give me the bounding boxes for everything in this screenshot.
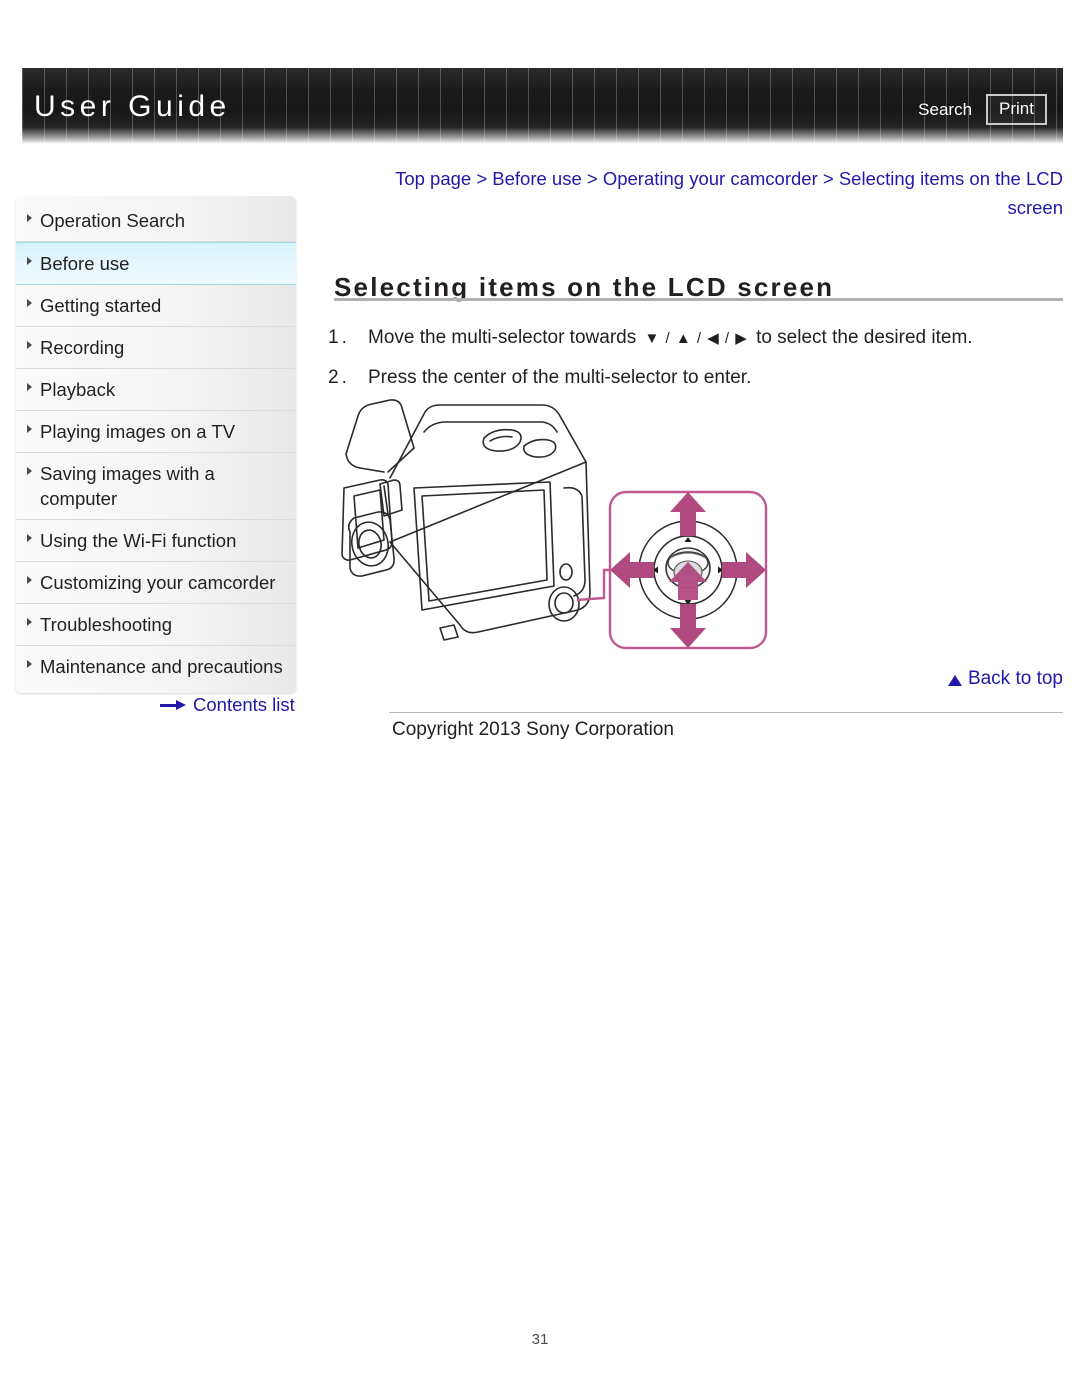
triangle-right-icon: [27, 660, 32, 668]
sidebar-item-label: Saving images with a computer: [40, 463, 215, 509]
camcorder-illustration: [328, 392, 778, 664]
sidebar-item-playback[interactable]: Playback: [16, 369, 296, 411]
triangle-right-icon: [27, 299, 32, 307]
sidebar-item-operation-search[interactable]: Operation Search: [16, 200, 296, 242]
triangle-right-icon: [27, 341, 32, 349]
sidebar-item-using-the-wi-fi-function[interactable]: Using the Wi-Fi function: [16, 520, 296, 562]
triangle-right-icon: [27, 214, 32, 222]
step-number: 1.: [328, 327, 350, 348]
breadcrumb[interactable]: Top page > Before use > Operating your c…: [345, 164, 1063, 222]
triangle-right-icon: [27, 425, 32, 433]
search-link[interactable]: Search: [918, 100, 972, 120]
step-text: Move the multi-selector towards ▼ / ▲ / …: [368, 324, 1063, 353]
triangle-right-icon: [27, 576, 32, 584]
back-to-top-label: Back to top: [967, 668, 1063, 689]
step-text-after: to select the desired item.: [756, 327, 973, 348]
sidebar-item-troubleshooting[interactable]: Troubleshooting: [16, 604, 296, 646]
sidebar-item-label: Using the Wi-Fi function: [40, 530, 237, 551]
footer-divider: [389, 712, 1063, 713]
step-text-before: Press the center of the multi-selector t…: [368, 367, 752, 388]
triangle-right-icon: [27, 257, 32, 265]
page-title: Selecting items on the LCD screen: [334, 272, 835, 303]
instruction-step: 1. Move the multi-selector towards ▼ / ▲ …: [328, 324, 1063, 353]
step-text-before: Move the multi-selector towards: [368, 327, 637, 348]
triangle-up-icon: [947, 674, 962, 686]
sidebar-item-customizing-your-camcorder[interactable]: Customizing your camcorder: [16, 562, 296, 604]
back-to-top-link[interactable]: Back to top: [947, 668, 1063, 690]
sidebar-item-label: Troubleshooting: [40, 614, 172, 635]
sidebar-item-saving-images-with-a-computer[interactable]: Saving images with a computer: [16, 453, 296, 520]
contents-list-label: Contents list: [193, 694, 295, 715]
sidebar-item-label: Playback: [40, 379, 116, 400]
sidebar-nav: Operation Search Before use Getting starte…: [16, 196, 296, 693]
header-actions: Search Print: [918, 94, 1047, 125]
sidebar-item-label: Operation Search: [40, 210, 186, 231]
site-header: User Guide Search Print: [22, 68, 1063, 144]
arrow-right-icon: [160, 699, 186, 711]
sidebar-item-label: Customizing your camcorder: [40, 572, 276, 593]
triangle-right-icon: [27, 534, 32, 542]
sidebar-item-label: Maintenance and precautions: [40, 656, 283, 677]
triangle-right-icon: [27, 383, 32, 391]
triangle-right-icon: [27, 467, 32, 475]
sidebar-item-getting-started[interactable]: Getting started: [16, 285, 296, 327]
sidebar-item-label: Before use: [40, 253, 130, 274]
sidebar-item-playing-images-on-a-tv[interactable]: Playing images on a TV: [16, 411, 296, 453]
contents-list-link[interactable]: Contents list: [160, 694, 295, 716]
instruction-step: 2. Press the center of the multi-selector…: [328, 364, 1063, 392]
page-number: 31: [531, 1331, 549, 1348]
direction-arrows-glyphs: ▼ / ▲ / ◀ / ▶: [644, 330, 748, 347]
step-text: Press the center of the multi-selector t…: [368, 364, 1063, 392]
sidebar-item-label: Playing images on a TV: [40, 421, 236, 442]
sidebar-item-recording[interactable]: Recording: [16, 327, 296, 369]
site-title: User Guide: [34, 90, 231, 123]
sidebar-item-maintenance-and-precautions[interactable]: Maintenance and precautions: [16, 646, 296, 687]
sidebar-item-label: Getting started: [40, 295, 162, 316]
heading-divider: [334, 298, 1063, 301]
step-number: 2.: [328, 367, 350, 388]
print-button[interactable]: Print: [986, 94, 1047, 125]
triangle-right-icon: [27, 618, 32, 626]
copyright-text: Copyright 2013 Sony Corporation: [392, 719, 675, 740]
sidebar-item-before-use[interactable]: Before use: [16, 242, 296, 285]
sidebar-item-label: Recording: [40, 337, 125, 358]
